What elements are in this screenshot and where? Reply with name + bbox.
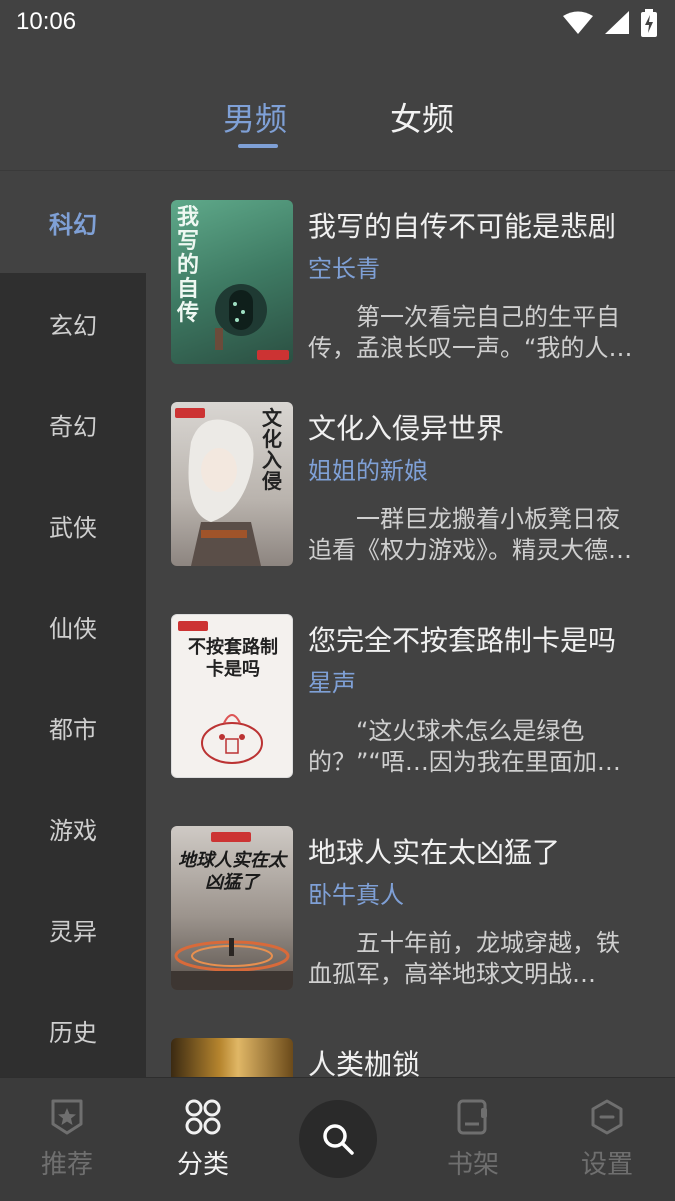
book-title: 您完全不按套路制卡是吗 bbox=[308, 624, 617, 657]
search-button[interactable] bbox=[299, 1100, 377, 1178]
book-list: 我写的自传 我写的自传不可能是悲剧 空长青 第一次看完自己的生平自传，孟浪长叹一… bbox=[146, 172, 675, 1077]
book-item[interactable]: 我写的自传 我写的自传不可能是悲剧 空长青 第一次看完自己的生平自传，孟浪长叹一… bbox=[146, 172, 675, 372]
category-item-urban[interactable]: 都市 bbox=[0, 677, 146, 778]
book-description: “这火球术怎么是绿色的？”“唔…因为我在里面加了毒气。” bbox=[308, 717, 621, 776]
cover-title-text: 我写的自传 bbox=[177, 205, 200, 326]
nav-recommend-label: 推荐 bbox=[40, 1150, 93, 1180]
signal-icon bbox=[605, 11, 629, 34]
book-author[interactable]: 姐姐的新娘 bbox=[308, 451, 428, 486]
category-item-scifi[interactable]: 科幻 bbox=[0, 172, 146, 273]
category-item-history[interactable]: 历史 bbox=[0, 980, 146, 1081]
status-icons bbox=[563, 9, 657, 37]
bookshelf-icon bbox=[457, 1099, 487, 1135]
book-item[interactable]: 人类枷锁 bbox=[146, 1010, 675, 1077]
book-cover: 地球人实在太凶猛了 bbox=[171, 826, 293, 990]
wifi-icon bbox=[563, 11, 593, 34]
nav-category-label: 分类 bbox=[176, 1150, 229, 1180]
category-item-supernatural[interactable]: 灵异 bbox=[0, 879, 146, 980]
book-description: 一群巨龙搬着小板凳日夜追看《权力游戏》。精灵大德鲁伊…… bbox=[308, 505, 632, 564]
status-bar: 10:06 bbox=[0, 0, 675, 46]
book-item[interactable]: 地球人实在太凶猛了 地球人实在太凶猛了 卧牛真人 五十年前，龙城穿越，铁血孤军，… bbox=[146, 798, 675, 998]
nav-settings[interactable]: 设置 bbox=[547, 1098, 667, 1181]
tab-female[interactable]: 女频 bbox=[390, 94, 454, 140]
tab-male[interactable]: 男频 bbox=[223, 94, 287, 140]
recommend-badge-icon bbox=[51, 1099, 83, 1135]
nav-bookshelf-label: 书架 bbox=[446, 1150, 499, 1180]
category-sidebar: 科幻 玄幻 奇幻 武侠 仙侠 都市 游戏 灵异 历史 bbox=[0, 172, 146, 1077]
nav-category[interactable]: 分类 bbox=[143, 1098, 263, 1181]
book-cover bbox=[171, 1038, 293, 1077]
book-cover: 不按套路制卡是吗 bbox=[171, 614, 293, 778]
status-time: 10:06 bbox=[16, 8, 77, 35]
category-item-game[interactable]: 游戏 bbox=[0, 778, 146, 879]
gender-tabs: 男频 女频 bbox=[0, 80, 675, 171]
book-title: 地球人实在太凶猛了 bbox=[308, 836, 561, 869]
book-title: 文化入侵异世界 bbox=[308, 412, 505, 445]
cover-title-text: 文化入侵 bbox=[262, 406, 282, 493]
settings-icon bbox=[591, 1099, 623, 1135]
search-icon bbox=[323, 1124, 354, 1155]
book-description: 五十年前，龙城穿越，铁血孤军，高举地球文明战旗，…… bbox=[308, 929, 620, 988]
active-tab-indicator bbox=[238, 144, 278, 148]
battery-charging-icon bbox=[641, 9, 657, 37]
book-cover: 文化入侵 bbox=[171, 402, 293, 566]
book-item[interactable]: 不按套路制卡是吗 您完全不按套路制卡是吗 星声 “这火球术怎么是绿色的？”“唔…… bbox=[146, 586, 675, 786]
book-cover: 我写的自传 bbox=[171, 200, 293, 364]
bottom-nav: 推荐 分类 书架 设置 bbox=[0, 1077, 675, 1201]
book-title: 我写的自传不可能是悲剧 bbox=[308, 210, 617, 243]
cover-title-text: 不按套路制卡是吗 bbox=[188, 637, 278, 680]
category-item-xianxia[interactable]: 仙侠 bbox=[0, 576, 146, 677]
book-author[interactable]: 卧牛真人 bbox=[308, 875, 404, 910]
book-author[interactable]: 空长青 bbox=[308, 249, 380, 284]
category-grid-icon bbox=[185, 1099, 221, 1135]
cover-title-text: 地球人实在太凶猛了 bbox=[178, 850, 286, 893]
category-item-xuanhuan[interactable]: 玄幻 bbox=[0, 273, 146, 374]
nav-settings-label: 设置 bbox=[580, 1150, 633, 1180]
book-title: 人类枷锁 bbox=[308, 1048, 421, 1077]
book-item[interactable]: 文化入侵 文化入侵异世界 姐姐的新娘 一群巨龙搬着小板凳日夜追看《权力游戏》。精… bbox=[146, 374, 675, 574]
category-item-wuxia[interactable]: 武侠 bbox=[0, 475, 146, 576]
book-author[interactable]: 星声 bbox=[308, 663, 356, 698]
nav-bookshelf[interactable]: 书架 bbox=[413, 1098, 533, 1181]
category-item-fantasy[interactable]: 奇幻 bbox=[0, 374, 146, 475]
book-description: 第一次看完自己的生平自传，孟浪长叹一声。“我的人生……” bbox=[308, 303, 620, 362]
nav-recommend[interactable]: 推荐 bbox=[7, 1098, 127, 1181]
